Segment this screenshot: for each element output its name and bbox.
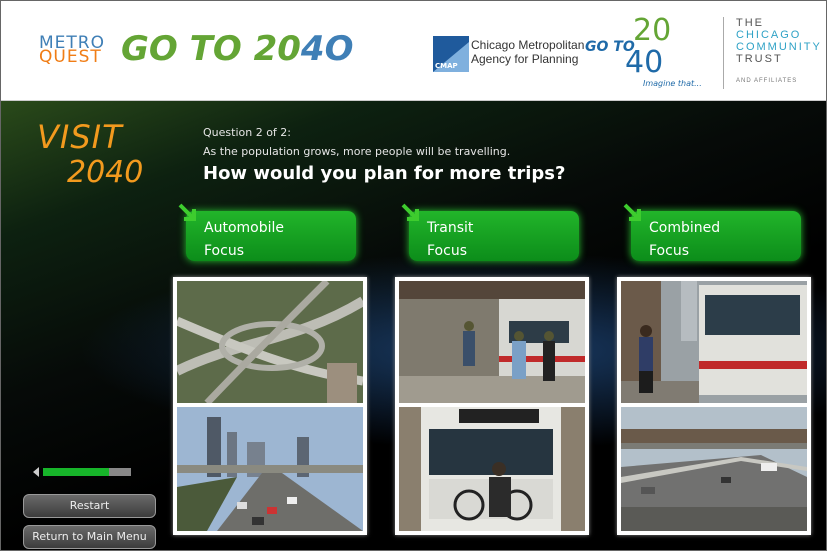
highway-transit-line-photo (621, 407, 807, 531)
community-trust-logo: THE CHICAGO COMMUNITY TRUST AND AFFILIAT… (723, 17, 826, 89)
question-number: Question 2 of 2: (203, 126, 291, 139)
goto-logo-tagline: Imagine that... (643, 79, 702, 88)
go-to-2040-title: GO TO 204O (121, 29, 353, 69)
metroquest-logo-bottom: QUEST (39, 47, 102, 67)
city-expressway-photo (177, 407, 363, 531)
return-to-main-menu-button[interactable]: Return to Main Menu (23, 525, 156, 549)
trust-line1: THE (736, 17, 764, 29)
cmap-line1: Chicago Metropolitan (471, 38, 585, 52)
arrow-down-right-icon (401, 203, 419, 221)
metroquest-logo: METRO QUEST (39, 35, 105, 67)
goto-logo-40: 40 (625, 45, 664, 80)
bus-stop-photo (621, 281, 807, 403)
cmap-name: Chicago Metropolitan Agency for Planning (471, 38, 584, 66)
arrow-down-right-icon (178, 203, 196, 221)
question-title: How would you plan for more trips? (203, 163, 566, 184)
transit-photo-panel[interactable] (395, 277, 589, 535)
highway-interchange-photo (177, 281, 363, 403)
trust-line5: AND AFFILIATES (736, 78, 798, 84)
automobile-focus-button[interactable]: Automobile Focus (178, 203, 356, 261)
trust-line2: CHICAGO (736, 29, 802, 41)
transit-focus-button[interactable]: Transit Focus (401, 203, 579, 261)
cmap-logo-icon: CMAP (433, 36, 469, 72)
title-prefix: GO TO 20 (121, 29, 301, 69)
bus-with-bike-rack-photo (399, 407, 585, 531)
rail-platform-photo (399, 281, 585, 403)
cmap-abbr: CMAP (435, 62, 458, 70)
header-banner: METRO QUEST GO TO 204O CMAP Chicago Metr… (1, 1, 826, 101)
option-label: Transit Focus (427, 220, 474, 259)
trust-line3: COMMUNITY (736, 41, 822, 53)
progress-bar (33, 467, 131, 477)
question-description: As the population grows, more people wil… (203, 145, 511, 158)
visit-word: VISIT (37, 118, 123, 156)
option-label: Automobile Focus (204, 220, 284, 259)
visit-year: 2040 (67, 155, 144, 190)
restart-button[interactable]: Restart (23, 494, 156, 518)
title-suffix: 4O (300, 29, 354, 69)
arrow-down-right-icon (623, 203, 641, 221)
app-window: METRO QUEST GO TO 204O CMAP Chicago Metr… (0, 0, 827, 551)
automobile-photo-panel[interactable] (173, 277, 367, 535)
combined-photo-panel[interactable] (617, 277, 811, 535)
visit-2040-heading: VISIT 2040 (37, 119, 143, 191)
goto-logo-20: 20 (633, 13, 672, 48)
cmap-line2: Agency for Planning (471, 52, 579, 66)
option-label: Combined Focus (649, 220, 721, 259)
combined-focus-button[interactable]: Combined Focus (623, 203, 801, 261)
trust-line4: TRUST (736, 53, 783, 65)
go-to-2040-logo: GO TO 20 40 Imagine that... (585, 13, 705, 95)
